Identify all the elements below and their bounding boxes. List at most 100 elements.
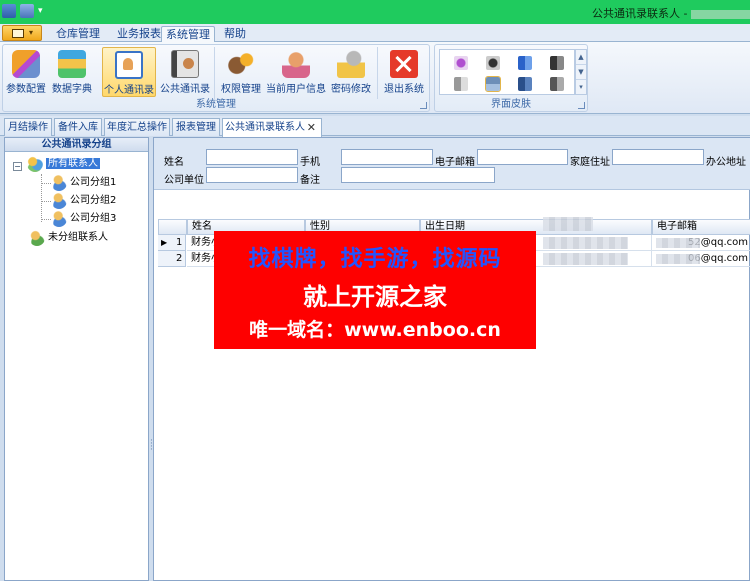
tab-system-management[interactable]: 系统管理 (161, 26, 215, 42)
exit-system-button[interactable]: 退出系统 (382, 47, 426, 97)
tree-node-company-group-3[interactable]: 公司分组3 (51, 211, 116, 227)
system-management-group-label: 系统管理 (196, 99, 236, 110)
doc-tab-parts-inbound[interactable]: 备件入库 (54, 118, 102, 136)
skin-office-black-icon[interactable] (550, 56, 564, 70)
tree-node-ungrouped[interactable]: 未分组联系人 (29, 230, 108, 246)
change-password-button[interactable]: 密码修改 (329, 47, 373, 97)
redacted-text (656, 238, 700, 248)
tab-reports[interactable]: 业务报表 (112, 26, 166, 42)
customize-arrow-icon[interactable]: ▾ (38, 4, 43, 18)
user-icon (29, 230, 45, 246)
skin-gallery-scroller[interactable]: ▲ ▼ ▾ (575, 49, 587, 95)
tree-node-company-group-2[interactable]: 公司分组2 (51, 193, 116, 209)
company-input[interactable] (206, 167, 298, 183)
tree-connector (41, 201, 51, 202)
parameter-config-button[interactable]: 参数配置 (5, 47, 47, 97)
skin-purple-icon[interactable] (454, 56, 468, 70)
chevron-down-icon: ▾ (29, 28, 34, 37)
permission-management-button[interactable]: 权限管理 (219, 47, 263, 97)
quick-access-toolbar: ▾ (2, 4, 43, 18)
current-user-info-button[interactable]: 当前用户信息 (266, 47, 326, 97)
tree-connector (41, 174, 42, 222)
cell-email[interactable]: 52@qq.com (652, 235, 750, 251)
skin-black-icon[interactable] (486, 56, 500, 70)
watermark-line-1: 找棋牌，找手游，找源码 (248, 247, 502, 272)
tree-connector (41, 183, 51, 184)
personal-contacts-button[interactable]: 个人通讯录 (102, 47, 156, 97)
email-input[interactable] (477, 149, 568, 165)
skin-group-label: 界面皮肤 (491, 99, 531, 110)
mobile-input[interactable] (341, 149, 433, 165)
data-dictionary-button[interactable]: 数据字典 (51, 47, 93, 97)
user-icon (51, 175, 67, 191)
skin-group: ▲ ▼ ▾ 界面皮肤 (434, 44, 588, 112)
redacted-text (543, 237, 628, 249)
row-header[interactable]: 2 (158, 251, 186, 267)
skin-gallery (439, 49, 575, 95)
app-menu-icon (12, 29, 24, 38)
skin-silver-icon[interactable] (454, 77, 468, 91)
skin-selected-icon[interactable] (485, 76, 501, 92)
address-book-icon (171, 50, 199, 78)
row-header[interactable]: ▶ 1 (158, 235, 186, 251)
user-icon (51, 193, 67, 209)
gallery-expand-icon[interactable]: ▾ (576, 80, 586, 95)
tab-help[interactable]: 帮助 (218, 26, 252, 42)
current-row-indicator-icon: ▶ (161, 238, 168, 247)
tree-node-all-contacts[interactable]: 所有联系人 (27, 156, 100, 172)
skin-launcher-icon[interactable] (578, 102, 585, 109)
public-contacts-button[interactable]: 公共通讯录 (159, 47, 211, 97)
group-panel-header: 公共通讯录分组 (5, 138, 148, 152)
doc-tab-annual-summary[interactable]: 年度汇总操作 (104, 118, 170, 136)
redacted-text (656, 254, 700, 264)
application-menu-button[interactable]: ▾ (2, 25, 42, 41)
scroll-down-icon[interactable]: ▼ (576, 65, 586, 80)
redacted-title-text (691, 9, 750, 19)
company-label: 公司单位 (164, 175, 204, 186)
user-icon (51, 211, 67, 227)
column-header-email[interactable]: 电子邮箱 (652, 219, 750, 235)
ribbon-separator (214, 47, 215, 99)
contact-group-icon (27, 156, 43, 172)
tools-icon (12, 50, 40, 78)
watermark-line-2: 就上开源之家 (303, 283, 447, 311)
remark-label: 备注 (300, 175, 320, 186)
search-filter-panel: 姓名 手机 电子邮箱 家庭住址 办公地址 公司单位 备注 (154, 138, 750, 190)
grid-corner (158, 219, 187, 235)
tree-node-company-group-1[interactable]: 公司分组1 (51, 175, 116, 191)
app-icon (2, 4, 16, 18)
close-tab-icon[interactable]: ✕ (307, 119, 316, 136)
tree-collapse-icon[interactable]: − (13, 162, 22, 171)
watermark-banner: 找棋牌，找手游，找源码 就上开源之家 唯一域名：www.enboo.cn (214, 231, 536, 349)
window-title: 公共通讯录联系人 -件科 (592, 5, 750, 21)
name-input[interactable] (206, 149, 298, 165)
tab-warehouse[interactable]: 仓库管理 (46, 26, 110, 42)
system-management-group: 参数配置 数据字典 个人通讯录 公共通讯录 权限管理 当前用户信息 密码修改 退… (2, 44, 430, 112)
group-launcher-icon[interactable] (420, 102, 427, 109)
doc-tab-monthly-close[interactable]: 月结操作 (4, 118, 52, 136)
ribbon-tab-row: ▾ 仓库管理 业务报表 系统管理 帮助 (0, 24, 750, 42)
skin-office-blue-icon[interactable] (518, 56, 532, 70)
scroll-up-icon[interactable]: ▲ (576, 50, 586, 65)
home-address-label: 家庭住址 (570, 157, 610, 168)
email-label: 电子邮箱 (435, 157, 475, 168)
doc-tab-public-contacts[interactable]: 公共通讯录联系人 ✕ (222, 118, 322, 137)
remark-input[interactable] (341, 167, 495, 183)
home-address-input[interactable] (612, 149, 704, 165)
doc-tab-report-management[interactable]: 报表管理 (172, 118, 220, 136)
contacts-main-panel: 姓名 手机 电子邮箱 家庭住址 办公地址 公司单位 备注 姓名 性别 出生日期 … (153, 137, 750, 581)
cell-email[interactable]: 06@qq.com (652, 251, 750, 267)
save-icon[interactable] (20, 4, 34, 18)
password-icon (337, 50, 365, 78)
mobile-label: 手机 (300, 157, 320, 168)
contact-group-panel: 公共通讯录分组 − 所有联系人 公司分组1 公司分组2 公司分组3 未分组联系人 (4, 137, 149, 581)
ribbon-separator (377, 47, 378, 99)
skin-gray-icon[interactable] (550, 77, 564, 91)
exit-icon (390, 50, 418, 78)
office-address-label: 办公地址 (706, 157, 746, 168)
tree-connector (41, 219, 51, 220)
title-bar: ▾ 公共通讯录联系人 -件科 (0, 0, 750, 24)
watermark-line-3: 唯一域名：www.enboo.cn (249, 319, 501, 341)
skin-dark-blue-icon[interactable] (518, 77, 532, 91)
name-label: 姓名 (164, 157, 184, 168)
